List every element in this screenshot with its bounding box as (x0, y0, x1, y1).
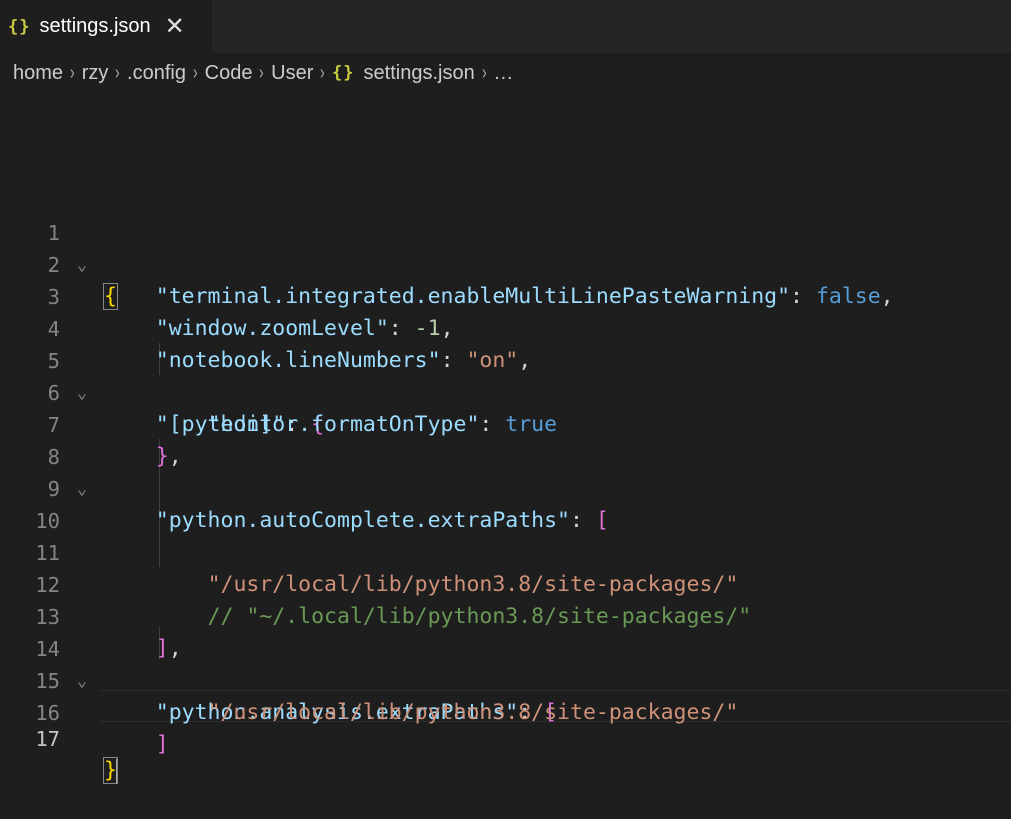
breadcrumb-item-code[interactable]: Code (205, 62, 253, 85)
chevron-right-icon: › (481, 61, 487, 84)
breadcrumb-item-rzy[interactable]: rzy (82, 62, 109, 85)
code-line: 12 // "~/.local/lib/python3.8/site-packa… (0, 537, 1011, 629)
chevron-right-icon: › (259, 61, 265, 84)
breadcrumb-item-user[interactable]: User (271, 62, 313, 85)
code-line: 10 (0, 473, 1011, 533)
code-line: 11 "/usr/local/lib/python3.8/site-packag… (0, 505, 1011, 597)
line-number: 17 (35, 727, 60, 751)
code-line: 15 "/usr/local/lib/python3.8/site-packag… (0, 633, 1011, 725)
close-bracket: ] (155, 732, 169, 757)
tab-title: settings.json (39, 15, 151, 37)
text-cursor (115, 759, 118, 783)
json-file-icon: {} (332, 63, 355, 83)
code-line: 6 "editor.formatOnType": true (0, 345, 1011, 437)
breadcrumb-item-home[interactable]: home (13, 62, 63, 85)
chevron-right-icon: › (115, 61, 121, 84)
chevron-right-icon: › (320, 61, 326, 84)
code-line: 5 ⌄ "[python]": { (0, 313, 1011, 437)
code-line: 1 ⌄ { (0, 185, 1011, 310)
code-line: 14 ⌄ "python.analysis.extraPaths": [ (0, 601, 1011, 725)
code-line: 9 (0, 441, 1011, 501)
tab-settings-json[interactable]: {} settings.json ✕ (0, 0, 212, 53)
breadcrumb-item-symbols[interactable]: … (493, 62, 513, 85)
close-icon[interactable]: ✕ (165, 14, 185, 39)
code-line: 3 "window.zoomLevel": -1, (0, 249, 1011, 341)
code-line: 17 } (0, 691, 1011, 784)
breadcrumb: home › rzy › .config › Code › User › {} … (0, 53, 1011, 93)
tab-bar: {} settings.json ✕ (0, 0, 1011, 53)
code-line: 13 ], (0, 569, 1011, 661)
code-line: 4 "notebook.lineNumbers": "on", (0, 281, 1011, 373)
code-editor[interactable]: 1 ⌄ { 2 "terminal.integrated.enableMulti… (0, 93, 1011, 784)
chevron-right-icon: › (192, 61, 198, 84)
chevron-right-icon: › (70, 61, 75, 84)
code-line: 2 "terminal.integrated.enableMultiLinePa… (0, 217, 1011, 309)
json-file-icon: {} (8, 16, 31, 37)
breadcrumb-item-file[interactable]: settings.json (364, 62, 475, 85)
code-line: 7 }, (0, 377, 1011, 469)
breadcrumb-item-config[interactable]: .config (127, 62, 186, 85)
code-line: 8 ⌄ "python.autoComplete.extraPaths": [ (0, 409, 1011, 533)
